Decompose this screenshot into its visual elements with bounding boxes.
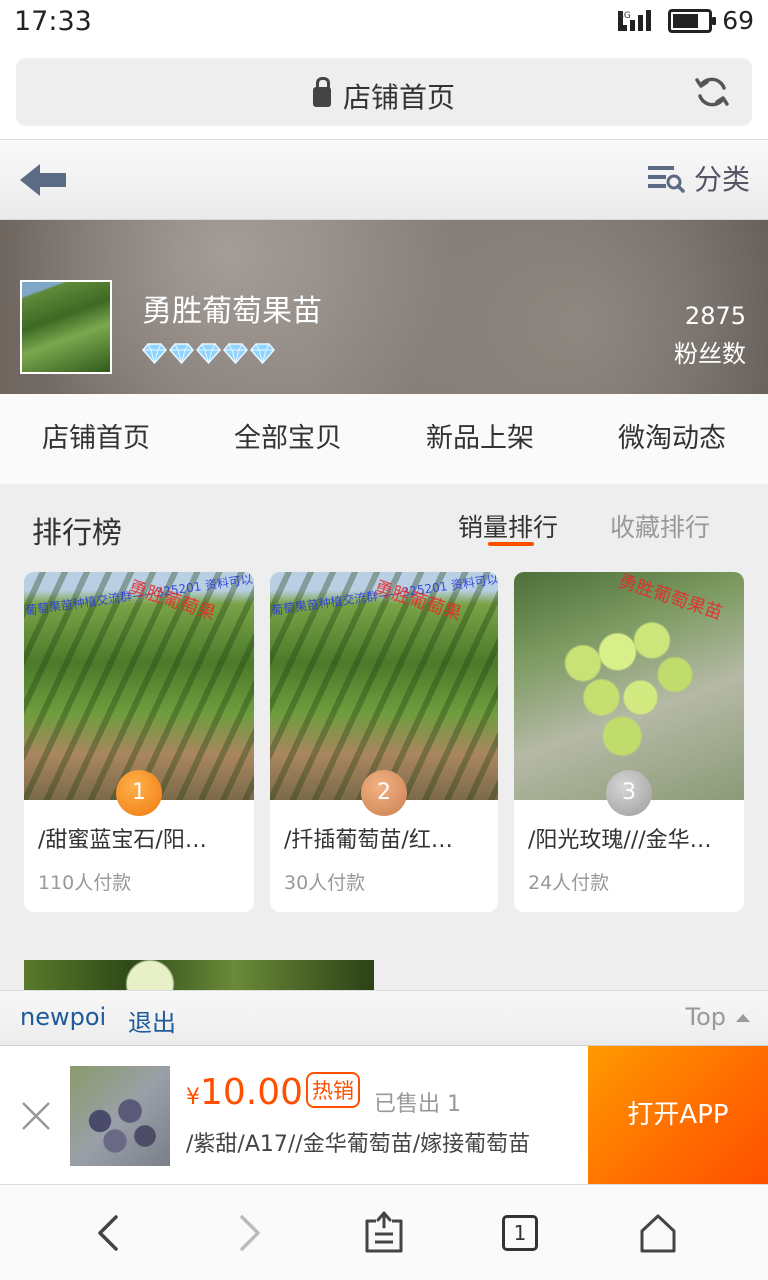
address-bar-container: 店铺首页 bbox=[0, 46, 768, 140]
status-icons: 4G 69 bbox=[618, 6, 754, 35]
ranking-section: 排行榜 销量排行 收藏排行 葡萄果苗种植交流群——325201 资料可以在群里下… bbox=[0, 484, 768, 990]
product-image: 葡萄果苗种植交流群——325201 资料可以在群里下载。 勇胜葡萄果 bbox=[24, 572, 254, 800]
category-button[interactable]: 分类 bbox=[646, 158, 750, 198]
username-link[interactable]: newpoi bbox=[20, 1003, 106, 1031]
shop-tabs: 店铺首页 全部宝贝 新品上架 微淘动态 bbox=[0, 394, 768, 484]
shop-header: 分类 bbox=[0, 140, 768, 220]
product-sales: 110人付款 bbox=[38, 872, 132, 894]
status-time: 17:33 bbox=[14, 6, 92, 37]
user-bar: newpoi 退出 Top bbox=[0, 990, 768, 1046]
category-search-icon bbox=[647, 166, 685, 193]
page-title: 店铺首页 bbox=[16, 76, 752, 116]
fans-info: 2875 粉丝数 bbox=[674, 302, 746, 369]
logout-link[interactable]: 退出 bbox=[128, 1003, 176, 1038]
shop-banner: 勇胜葡萄果苗 2875 粉丝数 bbox=[0, 220, 768, 394]
currency-symbol: ¥ bbox=[186, 1085, 200, 1110]
diamond-icon bbox=[250, 343, 275, 364]
home-icon[interactable] bbox=[636, 1211, 680, 1255]
share-menu-icon[interactable] bbox=[362, 1211, 406, 1255]
reload-icon[interactable] bbox=[694, 74, 730, 110]
tab-weitao-feed[interactable]: 微淘动态 bbox=[576, 394, 768, 484]
rank-medal: 1 bbox=[116, 770, 162, 816]
back-arrow-icon[interactable] bbox=[18, 160, 70, 200]
sold-count: 已售出 1 bbox=[374, 1092, 461, 1117]
active-tab-indicator bbox=[488, 542, 534, 546]
status-bar: 17:33 4G 69 bbox=[0, 0, 768, 46]
product-title: /阳光玫瑰///金华… bbox=[528, 828, 712, 853]
back-icon[interactable] bbox=[88, 1211, 132, 1255]
product-card[interactable]: 勇胜葡萄果苗 3 /阳光玫瑰///金华… 24人付款 bbox=[514, 572, 744, 912]
promo-product-title[interactable]: /紫甜/A17//金华葡萄苗/嫁接葡萄苗 bbox=[186, 1126, 530, 1158]
rank-medal: 3 bbox=[606, 770, 652, 816]
ranking-title: 排行榜 bbox=[32, 516, 122, 551]
browser-toolbar: 1 bbox=[0, 1184, 768, 1280]
lock-icon bbox=[312, 77, 331, 107]
shop-name: 勇胜葡萄果苗 bbox=[142, 294, 322, 329]
promo-price: ¥10.00 bbox=[186, 1072, 303, 1113]
fans-label: 粉丝数 bbox=[674, 340, 746, 368]
shop-logo[interactable] bbox=[20, 280, 112, 374]
forward-icon[interactable] bbox=[226, 1211, 270, 1255]
product-image: 勇胜葡萄果苗 bbox=[514, 572, 744, 800]
battery-icon bbox=[668, 8, 717, 33]
fans-count: 2875 bbox=[684, 302, 746, 330]
product-title: /甜蜜蓝宝石/阳… bbox=[38, 828, 207, 853]
product-card[interactable]: 葡萄果苗种植交流群——325201 资料可以在群里下载。 勇胜葡萄果 1 /甜蜜… bbox=[24, 572, 254, 912]
caret-up-icon bbox=[736, 1014, 750, 1022]
promo-product-image[interactable] bbox=[70, 1066, 170, 1166]
close-icon[interactable] bbox=[20, 1100, 52, 1132]
hot-sale-badge: 热销 bbox=[306, 1072, 360, 1108]
address-bar[interactable]: 店铺首页 bbox=[16, 58, 752, 126]
diamond-icon bbox=[142, 343, 167, 364]
tab-sales-ranking[interactable]: 销量排行 bbox=[458, 508, 558, 544]
tabs-counter-button[interactable]: 1 bbox=[502, 1215, 538, 1251]
tab-new-arrivals[interactable]: 新品上架 bbox=[384, 394, 576, 484]
image-watermark-brand: 勇胜葡萄果苗 bbox=[615, 572, 726, 625]
rank-medal: 2 bbox=[361, 770, 407, 816]
back-to-top-link[interactable]: Top bbox=[685, 1003, 750, 1031]
battery-level: 69 bbox=[722, 6, 754, 35]
signal-icon: 4G bbox=[618, 8, 658, 34]
diamond-icon bbox=[169, 343, 194, 364]
product-sales: 24人付款 bbox=[528, 872, 610, 894]
url-title-text: 店铺首页 bbox=[342, 81, 455, 114]
diamond-icon bbox=[196, 343, 221, 364]
tab-favorites-ranking[interactable]: 收藏排行 bbox=[610, 508, 710, 544]
product-title: /扦插葡萄苗/红… bbox=[284, 828, 453, 853]
product-image-partial[interactable] bbox=[24, 960, 374, 990]
product-sales: 30人付款 bbox=[284, 872, 366, 894]
category-label: 分类 bbox=[693, 163, 750, 196]
open-app-button[interactable]: 打开APP bbox=[588, 1046, 768, 1184]
product-card[interactable]: 葡萄果苗种植交流群——325201 资料可以在群里下载。 勇胜葡萄果 2 /扦插… bbox=[270, 572, 498, 912]
tab-shop-home[interactable]: 店铺首页 bbox=[0, 394, 192, 484]
top-label: Top bbox=[685, 1003, 727, 1031]
shop-rating-diamonds bbox=[142, 342, 275, 364]
price-value: 10.00 bbox=[200, 1072, 304, 1113]
product-image: 葡萄果苗种植交流群——325201 资料可以在群里下载。 勇胜葡萄果 bbox=[270, 572, 498, 800]
diamond-icon bbox=[223, 343, 248, 364]
app-promo-banner: ¥10.00 热销 已售出 1 /紫甜/A17//金华葡萄苗/嫁接葡萄苗 打开A… bbox=[0, 1046, 768, 1184]
tab-all-items[interactable]: 全部宝贝 bbox=[192, 394, 384, 484]
